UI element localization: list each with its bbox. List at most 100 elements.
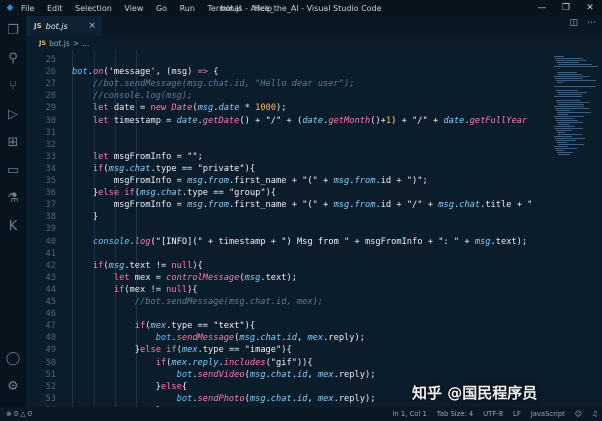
code-line[interactable]: 38 } — [26, 211, 550, 223]
code-line[interactable]: 31 — [26, 127, 550, 139]
breadcrumb-more[interactable]: ... — [82, 39, 89, 48]
code-text: let mex = controlMessage(msg.text); — [113, 272, 297, 283]
search-icon[interactable]: ⚲ — [4, 50, 22, 68]
code-line[interactable]: 43 let mex = controlMessage(msg.text); — [26, 272, 550, 284]
code-line[interactable]: 41 — [26, 248, 550, 260]
menu-selection[interactable]: Selection — [75, 4, 112, 13]
close-window-icon[interactable]: ✕ — [578, 0, 602, 16]
code-text: bot.sendMessage(msg.chat.id, mex.reply); — [155, 333, 365, 344]
end-of-line[interactable]: LF — [513, 410, 521, 418]
close-tab-icon[interactable]: × — [88, 21, 96, 31]
menu-run[interactable]: Run — [180, 4, 195, 13]
code-line[interactable]: 49 }else if(mex.type == "image"){ — [26, 344, 550, 356]
code-line[interactable]: 37 msgFromInfo = msg.from.first_name + "… — [26, 199, 550, 211]
cursor-position[interactable]: ln 1, Col 1 — [393, 410, 427, 418]
code-line[interactable]: 35 msgFromInfo = msg.from.first_name + "… — [26, 175, 550, 187]
code-line[interactable]: 36 }else if(msg.chat.type == "group"){ — [26, 187, 550, 199]
code-line[interactable]: 42 if(msg.text != null){ — [26, 260, 550, 272]
code-line[interactable]: 26 bot.on('message', (msg) => { — [26, 66, 550, 78]
code-line[interactable]: 46 — [26, 308, 550, 320]
problems-status[interactable]: ⊗ 0 △ 0 — [6, 410, 32, 418]
code-line[interactable]: 44 if(mex != null){ — [26, 284, 550, 296]
run-debug-icon[interactable]: ▷ — [4, 106, 22, 124]
minimap-line — [558, 134, 582, 135]
code-line[interactable]: 25 — [26, 54, 550, 66]
menu-terminal[interactable]: Terminal — [207, 4, 241, 13]
menu-view[interactable]: View — [124, 4, 143, 13]
explorer-icon[interactable]: ❐ — [4, 22, 22, 40]
menu-edit[interactable]: Edit — [47, 4, 63, 13]
code-line[interactable]: 29 let date = new Date(msg.date * 1000); — [26, 102, 550, 114]
minimap-line — [556, 60, 586, 61]
menu-file[interactable]: File — [21, 4, 34, 13]
breadcrumb-separator: > — [72, 38, 80, 48]
minimap-line — [556, 130, 572, 131]
account-icon[interactable]: ◯ — [4, 350, 22, 368]
minimap-line — [558, 74, 582, 75]
window-controls: — ❐ ✕ — [530, 0, 602, 16]
settings-gear-icon[interactable]: ⚙ — [4, 378, 22, 396]
code-line[interactable]: 27 //bot.sendMessage(msg.chat.id, "Hello… — [26, 78, 550, 90]
tab-bot-js[interactable]: JS bot.js × — [26, 16, 102, 36]
code-line[interactable]: 40 console.log("[INFO](" + timestamp + "… — [26, 236, 550, 248]
minimap-line — [554, 136, 572, 137]
minimap-line — [558, 104, 584, 105]
kite-icon[interactable]: K — [4, 218, 22, 236]
line-number: 38 — [45, 212, 56, 223]
minimap-line — [554, 86, 596, 87]
line-number: 35 — [45, 176, 56, 186]
line-number: 32 — [45, 139, 56, 150]
minimap[interactable] — [550, 50, 602, 407]
more-actions-icon[interactable]: ⋯ — [587, 18, 596, 28]
code-line[interactable]: 30 let timestamp = date.getDate() + "/" … — [26, 115, 550, 127]
status-bar: ⊗ 0 △ 0 ln 1, Col 1 Tab Size: 4 UTF-8 LF… — [0, 407, 602, 421]
line-number: 52 — [45, 381, 56, 392]
code-line[interactable]: 28 //console.log(msg); — [26, 90, 550, 102]
code-text: console.log("[INFO](" + timestamp + ") M… — [92, 236, 528, 247]
status-right: ln 1, Col 1 Tab Size: 4 UTF-8 LF JavaScr… — [383, 407, 598, 421]
minimap-line — [555, 148, 577, 149]
code-line[interactable]: 47 if(mex.type == "text"){ — [26, 320, 550, 332]
code-line[interactable]: 50 if(mex.reply.includes("gif")){ — [26, 357, 550, 369]
testing-flask-icon[interactable]: ⚗ — [4, 190, 22, 208]
code-text: }else{ — [72, 381, 188, 392]
line-number: 46 — [45, 309, 56, 320]
minimap-line — [554, 56, 564, 57]
line-number: 48 — [45, 333, 56, 344]
line-number: 33 — [45, 151, 56, 162]
code-line[interactable]: 33 let msgFromInfo = ""; — [26, 151, 550, 163]
code-text: if(mex != null){ — [113, 284, 198, 295]
minimap-line — [555, 108, 589, 109]
minimize-icon[interactable]: — — [530, 0, 554, 16]
minimap-line — [557, 152, 573, 153]
line-number: 47 — [45, 321, 56, 332]
remote-explorer-icon[interactable]: ▭ — [4, 162, 22, 180]
minimap-line — [554, 66, 598, 67]
code-line[interactable]: 51 bot.sendVideo(msg.chat.id, mex.reply)… — [26, 369, 550, 381]
feedback-icon[interactable]: ☺ — [575, 410, 582, 418]
code-text: }else if(msg.chat.type == "group"){ — [72, 188, 277, 199]
encoding[interactable]: UTF-8 — [483, 410, 503, 418]
code-line[interactable]: 32 — [26, 139, 550, 151]
code-line[interactable]: 45 //bot.sendMessage(msg.chat.id, mex); — [26, 296, 550, 308]
code-text: if(msg.chat.type == "private"){ — [92, 163, 256, 174]
extensions-icon[interactable]: ⊞ — [4, 134, 22, 152]
code-line[interactable]: 39 — [26, 223, 550, 235]
breadcrumb-file[interactable]: bot.js — [49, 39, 70, 48]
code-line[interactable]: 48 bot.sendMessage(msg.chat.id, mex.repl… — [26, 332, 550, 344]
restore-icon[interactable]: ❐ — [554, 0, 578, 16]
line-number: 41 — [45, 248, 56, 259]
source-control-icon[interactable]: ⑂ — [4, 78, 22, 96]
language-mode[interactable]: JavaScript — [531, 410, 565, 418]
code-line[interactable]: 34 if(msg.chat.type == "private"){ — [26, 163, 550, 175]
split-editor-icon[interactable]: ◫ — [570, 18, 579, 28]
minimap-line — [554, 76, 590, 77]
watermark: 知乎 @国民程序员 — [412, 384, 538, 402]
notifications-bell-icon[interactable]: ♫ — [592, 410, 598, 418]
code-text: //bot.sendMessage(msg.chat.id, "Hello de… — [92, 79, 355, 90]
line-number: 51 — [45, 369, 56, 380]
menu-help[interactable]: Help — [254, 4, 272, 13]
menu-go[interactable]: Go — [156, 4, 167, 13]
code-editor[interactable]: 25 26 bot.on('message', (msg) => {27 //bot… — [26, 50, 550, 407]
tab-size[interactable]: Tab Size: 4 — [437, 410, 473, 418]
